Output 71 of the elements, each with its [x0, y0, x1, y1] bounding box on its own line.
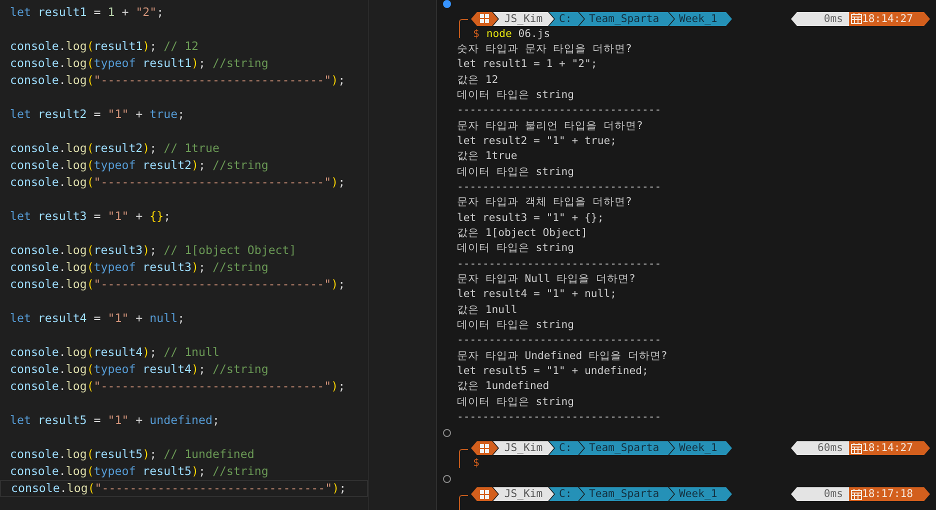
code-line: console.log(typeof result3); //string	[9, 259, 270, 276]
code-line: console.log(typeof result4); //string	[9, 361, 270, 378]
terminal-output-line: 값은 1true	[457, 149, 518, 164]
code-line: let result1 = 1 + "2";	[9, 4, 165, 21]
code-line: let result2 = "1" + true;	[9, 106, 186, 123]
user-segment: JS_Kim	[493, 12, 554, 26]
terminal-output-line: 값은 1null	[457, 302, 518, 318]
terminal-output-line: 값은 1undefined	[457, 379, 550, 394]
code-line: console.log("--------------------------------");	[9, 72, 346, 89]
time-segment: 18:14:27	[849, 12, 930, 26]
terminal-output-line: 값은 12	[457, 72, 498, 88]
path-segment: Team_Sparta	[579, 441, 674, 456]
terminal-output-line: let result4 = "1" + null;	[457, 287, 616, 302]
terminal-output-line: let result3 = "1" + {};	[457, 210, 604, 226]
code-line: console.log(result3); // 1[object Object]	[9, 242, 298, 259]
grid-icon	[480, 444, 489, 453]
terminal-output-line: let result1 = 1 + "2";	[457, 57, 598, 72]
terminal-output-line: 문자 타입과 불리언 타입을 더하면?	[457, 118, 643, 134]
time-segment: 18:14:27	[849, 441, 930, 456]
duration-segment: 0ms	[791, 12, 849, 26]
prompt-symbol: $	[473, 26, 480, 42]
code-line: console.log(typeof result1); //string	[9, 55, 270, 72]
code-line: console.log(typeof result2); //string	[9, 157, 270, 174]
code-line: let result5 = "1" + undefined;	[9, 412, 220, 429]
code-line: console.log(result5); // 1undefined	[9, 446, 256, 463]
user-segment: JS_Kim	[493, 441, 554, 456]
duration-segment: 0ms	[791, 487, 849, 502]
code-line: console.log("--------------------------------");	[9, 276, 346, 293]
path-segment: Week_1	[669, 487, 732, 502]
terminal-output-line: 문자 타입과 Undefined 타입을 더하면?	[457, 348, 668, 364]
path-segment: Team_Sparta	[579, 487, 674, 502]
terminal-output-line: 데이터 타입은 string	[457, 318, 574, 333]
code-line: console.log(result2); // 1true	[9, 140, 220, 157]
terminal-output-line: 값은 1[object Object]	[457, 226, 588, 241]
terminal-output-line: 문자 타입과 객체 타입을 더하면?	[457, 195, 632, 210]
calendar-icon	[851, 488, 862, 500]
calendar-icon	[851, 13, 862, 24]
terminal-output-line: 데이터 타입은 string	[457, 394, 574, 410]
prompt-connector	[459, 448, 468, 468]
calendar-icon	[851, 442, 862, 454]
path-segment: Week_1	[669, 441, 732, 456]
code-line: let result4 = "1" + null;	[9, 310, 186, 327]
prompt-connector	[459, 494, 468, 510]
code-line: console.log(result4); // 1null	[9, 344, 220, 361]
duration-segment: 60ms	[791, 441, 849, 456]
user-segment: JS_Kim	[493, 487, 554, 502]
code-line: console.log("--------------------------------");	[9, 378, 346, 395]
terminal-output-line: --------------------------------	[457, 180, 662, 195]
terminal-output-line: 숫자 타입과 문자 타입을 더하면?	[457, 42, 632, 57]
code-line: console.log("--------------------------------");	[9, 174, 346, 191]
terminal-output-line: 데이터 타입은 string	[457, 164, 574, 180]
path-segment: Team_Sparta	[579, 12, 674, 26]
prompt-connector	[459, 19, 468, 38]
grid-icon	[480, 490, 489, 499]
time-segment: 18:17:18	[849, 487, 930, 502]
prompt-symbol: $	[473, 456, 480, 471]
path-segment: Week_1	[669, 12, 732, 26]
command-text: node 06.js	[486, 26, 550, 42]
grid-icon	[480, 14, 489, 24]
code-line: console.log(typeof result5); //string	[9, 463, 270, 480]
terminal-output-line: 문자 타입과 Null 타입을 더하면?	[457, 272, 636, 287]
code-line: console.log(result1); // 12	[9, 38, 200, 55]
terminal-output-line: 데이터 타입은 string	[457, 88, 574, 103]
terminal-output-line: --------------------------------	[457, 103, 662, 118]
terminal-output-line: --------------------------------	[457, 333, 662, 348]
terminal-output-line: let result2 = "1" + true;	[457, 134, 616, 149]
terminal-output-line: let result5 = "1" + undefined;	[457, 364, 648, 379]
code-line: let result3 = "1" + {};	[9, 208, 172, 225]
terminal-output-line: --------------------------------	[457, 410, 662, 425]
terminal-output-line: --------------------------------	[457, 256, 662, 272]
terminal-output-line: 데이터 타입은 string	[457, 241, 574, 256]
